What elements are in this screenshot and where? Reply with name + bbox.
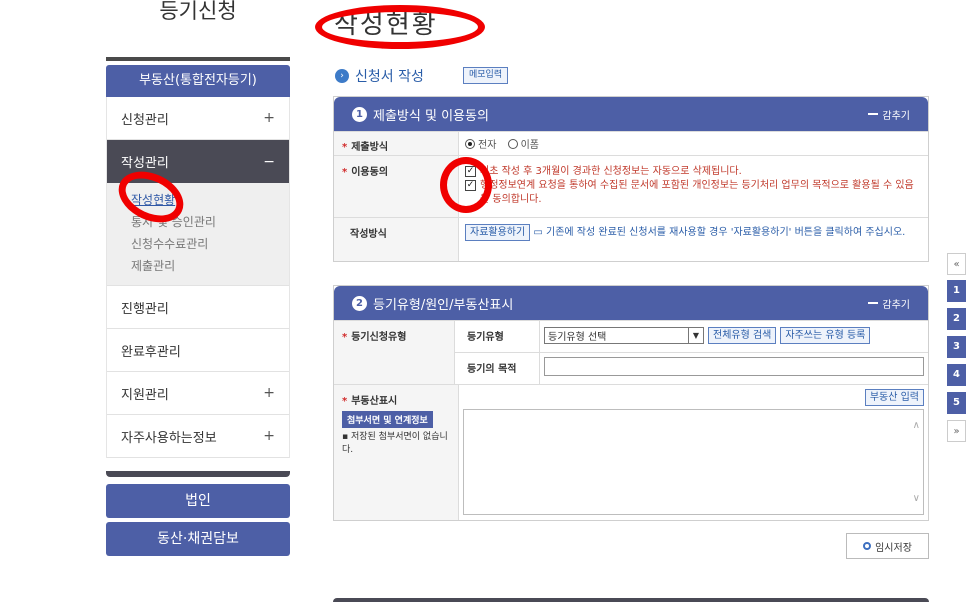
- panel-title: 등기유형/원인/부동산표시: [373, 297, 514, 313]
- attachment-button[interactable]: 첨부서면 및 연계정보: [342, 411, 433, 428]
- required-mark: *: [342, 142, 348, 153]
- chevron-down-icon: ▼: [688, 328, 703, 343]
- row-write-method: 작성방식 자료활용하기 ▭ 기존에 작성 완료된 신청서를 재사용할 경우 '자…: [334, 217, 928, 261]
- required-mark: *: [342, 332, 348, 343]
- sidebar-item-progress[interactable]: 진행관리: [107, 286, 289, 329]
- sub-item-submit[interactable]: 제출관리: [131, 255, 289, 277]
- section-title: › 신청서 작성: [335, 66, 424, 86]
- sub-item-fee[interactable]: 신청수수료관리: [131, 233, 289, 255]
- minus-icon[interactable]: −: [263, 154, 275, 170]
- sidebar-item-label: 자주사용하는정보: [121, 430, 217, 446]
- step-number: 2: [352, 295, 367, 311]
- property-input-button[interactable]: 부동산 입력: [864, 389, 924, 406]
- registration-type-select[interactable]: 등기유형 선택 ▼: [544, 327, 704, 344]
- corporation-button[interactable]: 법인: [106, 484, 290, 518]
- sidebar-bottom-bar: [106, 471, 290, 477]
- field-label: 제출방식: [351, 142, 389, 153]
- required-mark: *: [342, 167, 348, 178]
- minus-icon: [868, 302, 879, 304]
- memo-button[interactable]: 메모입력: [463, 67, 509, 84]
- sidebar-item-label: 진행관리: [121, 301, 169, 317]
- panel-header: 1 제출방식 및 이용동의 감추기: [334, 97, 928, 131]
- search-all-types-button[interactable]: 전체유형 검색: [708, 327, 777, 344]
- plus-icon[interactable]: +: [263, 385, 275, 401]
- next-panel-header: [333, 598, 929, 602]
- row-submit-method: * 제출방식 전자 이폼: [334, 131, 928, 155]
- panel-registration-type: 2 등기유형/원인/부동산표시 감추기 * 등기신청유형 등기유형 등기유형 선택…: [333, 285, 929, 521]
- agree-text: 행정정보연계 요청을 통하여 수집된 문서에 포함된 개인정보는 등기처리 업무…: [480, 180, 914, 205]
- step-number: 1: [352, 106, 367, 122]
- field-label: 부동산표시: [351, 396, 398, 407]
- agree-text: 최초 작성 후 3개월이 경과한 신청정보는 자동으로 삭제됩니다.: [480, 166, 742, 177]
- radio-electronic[interactable]: 전자: [465, 136, 496, 151]
- field-label: 등기신청유형: [351, 332, 407, 343]
- purpose-label: 등기의 목적: [455, 353, 540, 384]
- sidebar-menu: 신청관리 + 작성관리 − 작성현황 통지 및 승인관리 신청수수료관리 제출관…: [106, 97, 290, 458]
- sidebar-item-label: 지원관리: [121, 387, 169, 403]
- fold-label: 감추기: [882, 299, 910, 311]
- required-mark: *: [342, 396, 348, 407]
- annotation-circle: [440, 157, 492, 213]
- jump-step-1[interactable]: 1: [947, 280, 966, 302]
- chevron-up-icon[interactable]: ∧: [913, 420, 920, 431]
- chevron-right-icon: ›: [335, 69, 349, 83]
- jump-step-2[interactable]: 2: [947, 308, 966, 330]
- panel-title: 제출방식 및 이용동의: [373, 108, 489, 124]
- radio-eform[interactable]: 이폼: [507, 136, 539, 151]
- attachment-note: ▪ 저장된 첨부서면이 없습니다.: [342, 432, 448, 455]
- purpose-input[interactable]: [544, 357, 924, 376]
- fold-label: 감추기: [882, 110, 910, 122]
- type-sub-label: 등기유형: [455, 321, 540, 352]
- property-textarea[interactable]: ∧ ∨: [463, 409, 924, 515]
- circle-icon: [863, 542, 872, 550]
- jump-step-3[interactable]: 3: [947, 336, 966, 358]
- radio-label: 전자: [478, 140, 497, 151]
- chevron-down-icon[interactable]: ∨: [913, 493, 920, 504]
- row-agreement: * 이용동의 ✓ 최초 작성 후 3개월이 경과한 신청정보는 자동으로 삭제됩니…: [334, 155, 928, 217]
- sidebar-item-application[interactable]: 신청관리 +: [107, 97, 289, 140]
- sidebar-divider: [106, 57, 290, 61]
- sidebar-header[interactable]: 부동산(통합전자등기): [106, 65, 290, 97]
- row-property: * 부동산표시 첨부서면 및 연계정보 ▪ 저장된 첨부서면이 없습니다. 부동산…: [334, 384, 928, 520]
- sidebar-item-frequent[interactable]: 자주사용하는정보 +: [107, 415, 289, 458]
- panel-submit-agree: 1 제출방식 및 이용동의 감추기 * 제출방식 전자 이폼 * 이용동의 ✓ 최초…: [333, 96, 929, 262]
- section-title-text: 신청서 작성: [355, 69, 424, 85]
- fold-button[interactable]: 감추기: [868, 107, 910, 122]
- plus-icon[interactable]: +: [263, 110, 275, 126]
- plus-icon[interactable]: +: [263, 428, 275, 444]
- radio-icon: [465, 138, 475, 149]
- sidebar-item-completed[interactable]: 완료후관리: [107, 329, 289, 372]
- jump-step-4[interactable]: 4: [947, 364, 966, 386]
- movable-collateral-button[interactable]: 동산·채권담보: [106, 522, 290, 556]
- jump-step-5[interactable]: 5: [947, 392, 966, 414]
- fold-button[interactable]: 감추기: [868, 296, 910, 311]
- field-label: 이용동의: [351, 167, 389, 178]
- method-text: 기존에 작성 완료된 신청서를 재사용할 경우 '자료활용하기' 버튼을 클릭하…: [546, 227, 906, 238]
- row-registration-type: * 등기신청유형 등기유형 등기유형 선택 ▼ 전체유형 검색 자주쓰는 유형 등록…: [334, 320, 928, 384]
- sidebar-item-support[interactable]: 지원관리 +: [107, 372, 289, 415]
- register-frequent-type-button[interactable]: 자주쓰는 유형 등록: [780, 327, 871, 344]
- scroll-top-icon[interactable]: «: [947, 253, 966, 275]
- reuse-data-button[interactable]: 자료활용하기: [465, 224, 531, 241]
- sidebar-item-label: 완료후관리: [121, 344, 181, 360]
- agree-item-1: ✓ 최초 작성 후 3개월이 경과한 신청정보는 자동으로 삭제됩니다.: [465, 165, 922, 179]
- radio-icon: [507, 138, 518, 149]
- panel-header: 2 등기유형/원인/부동산표시 감추기: [334, 286, 928, 320]
- annotation-circle: [315, 5, 485, 49]
- field-label: 작성방식: [350, 229, 387, 240]
- temp-save-button[interactable]: 임시저장: [846, 533, 929, 559]
- sidebar-item-label: 신청관리: [121, 112, 169, 128]
- minus-icon: [868, 113, 879, 115]
- temp-save-label: 임시저장: [875, 542, 912, 554]
- sidebar-item-label: 작성관리: [121, 156, 169, 171]
- scroll-bottom-icon[interactable]: »: [947, 420, 966, 442]
- agree-item-2: ✓ 행정정보연계 요청을 통하여 수집된 문서에 포함된 개인정보는 등기처리 …: [465, 179, 922, 207]
- sidebar-title: 등기신청: [159, 0, 237, 23]
- select-value: 등기유형 선택: [548, 332, 607, 343]
- radio-label: 이폼: [520, 140, 539, 151]
- arrow-right-icon: ▭: [533, 227, 543, 238]
